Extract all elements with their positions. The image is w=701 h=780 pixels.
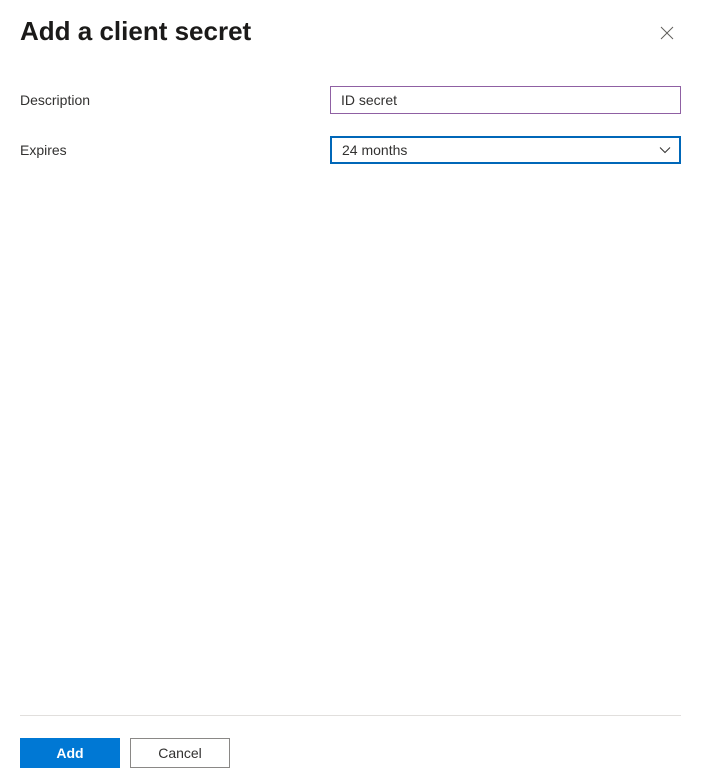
description-label: Description xyxy=(20,92,330,108)
description-input[interactable] xyxy=(330,86,681,114)
cancel-button[interactable]: Cancel xyxy=(130,738,230,768)
page-title: Add a client secret xyxy=(20,16,251,47)
expires-label: Expires xyxy=(20,142,330,158)
add-button[interactable]: Add xyxy=(20,738,120,768)
close-button[interactable] xyxy=(653,20,681,48)
expires-select[interactable]: 24 months xyxy=(330,136,681,164)
expires-value: 24 months xyxy=(342,142,407,158)
close-icon xyxy=(660,26,674,43)
